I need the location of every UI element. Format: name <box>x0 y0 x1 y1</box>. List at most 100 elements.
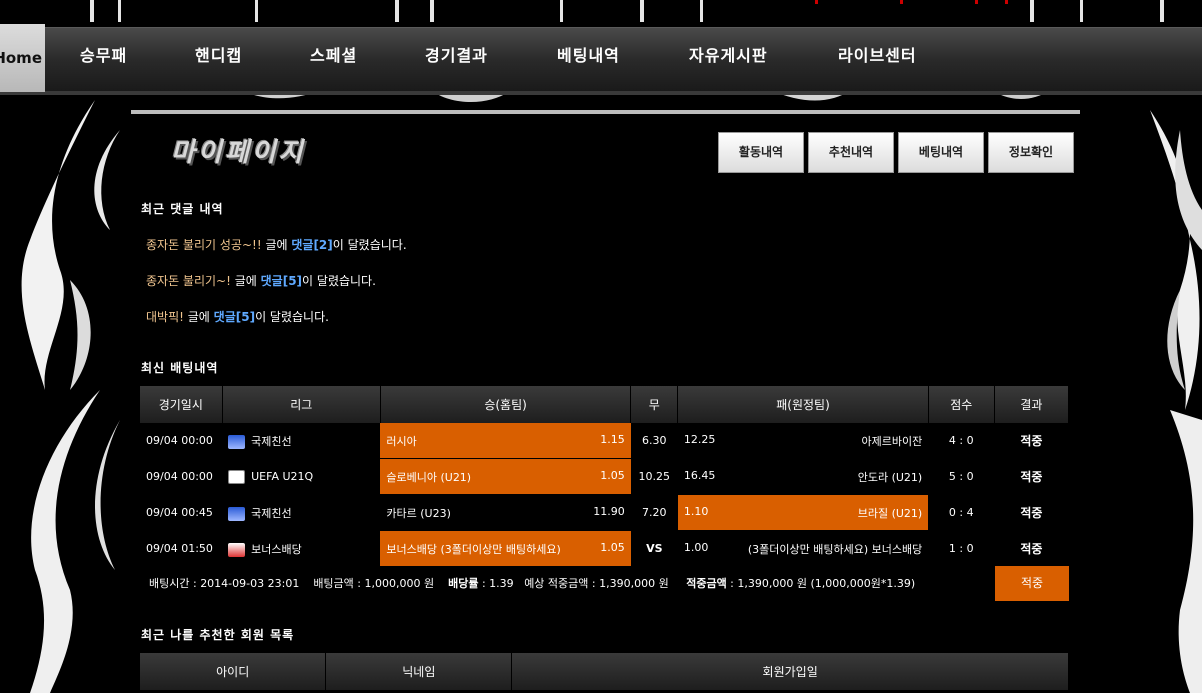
away-team: 브라질 (U21) <box>857 506 923 520</box>
home-team: 러시아 <box>386 434 417 448</box>
nav-item-betting-history[interactable]: 베팅내역 <box>557 28 620 87</box>
away-odds: 12.25 <box>683 432 716 446</box>
comment-count-link[interactable]: 댓글[5] <box>214 310 255 324</box>
col-header-nickname: 닉네임 <box>325 653 513 690</box>
result-badge: 적중 <box>994 458 1069 495</box>
comment-count-link[interactable]: 댓글[2] <box>291 238 332 252</box>
bet-time-label: 배팅시간 : <box>149 577 201 590</box>
top-banner-strip <box>0 0 1202 27</box>
draw-odds[interactable]: 7.20 <box>630 494 678 531</box>
comment-mid-text: 글에 <box>183 310 214 324</box>
col-header-league: 리그 <box>222 386 381 423</box>
score: 5 : 0 <box>928 458 995 495</box>
away-team: (3폴더이상만 배팅하세요) 보너스배당 <box>747 542 923 556</box>
comment-post-title[interactable]: 대박픽! <box>146 310 184 324</box>
home-odds: 11.90 <box>593 504 625 518</box>
col-header-join-date: 회원가입일 <box>511 653 1069 690</box>
comment-post-title[interactable]: 종자돈 불리기~! <box>146 274 231 288</box>
fifa-logo-icon <box>228 434 246 449</box>
comment-count-link[interactable]: 댓글[5] <box>261 274 302 288</box>
win-amount-label: 적중금액 <box>686 577 727 590</box>
comment-post-title[interactable]: 종자돈 불리기 성공~!! <box>146 238 262 252</box>
nav-home-button[interactable]: Home <box>0 24 45 92</box>
home-pick-cell[interactable]: 보너스배당 (3폴더이상만 배팅하세요) 1.05 <box>380 530 631 567</box>
away-pick-cell[interactable]: 16.45 안도라 (U21) <box>677 458 929 495</box>
nav-item-match-results[interactable]: 경기결과 <box>425 28 488 87</box>
away-team: 안도라 (U21) <box>857 470 923 484</box>
away-pick-cell[interactable]: 1.10 브라질 (U21) <box>677 494 929 531</box>
panel-divider <box>131 110 1080 114</box>
home-team: 카타르 (U23) <box>386 506 451 520</box>
fifa-logo-icon <box>228 506 246 521</box>
league-cell: 보너스배당 <box>222 530 381 567</box>
home-odds: 1.15 <box>600 432 625 446</box>
odds-rate: : 1.39 <box>478 577 514 590</box>
tab-activity[interactable]: 활동내역 <box>718 132 804 173</box>
tab-betting[interactable]: 베팅내역 <box>898 132 984 173</box>
home-odds: 1.05 <box>600 540 625 554</box>
draw-odds[interactable]: 10.25 <box>630 458 678 495</box>
expected-win: 1,390,000 원 <box>599 577 669 590</box>
comment-tail-text: 이 달렸습니다. <box>302 274 376 288</box>
away-pick-cell[interactable]: 1.00 (3폴더이상만 배팅하세요) 보너스배당 <box>677 530 929 567</box>
nav-item-win-draw-lose[interactable]: 승무패 <box>80 28 127 87</box>
main-nav: Home 승무패 핸디캡 스페셜 경기결과 베팅내역 자유게시판 라이브센터 <box>0 24 1202 95</box>
home-team: 슬로베니아 (U21) <box>386 470 472 484</box>
home-odds: 1.05 <box>600 468 625 482</box>
home-pick-cell[interactable]: 러시아 1.15 <box>380 423 631 459</box>
comment-item[interactable]: 종자돈 불리기~! 글에 댓글[5]이 달렸습니다. <box>146 272 376 289</box>
bet-amount: 1,000,000 원 <box>364 577 435 590</box>
col-header-id: 아이디 <box>140 653 327 690</box>
tribal-decoration-right <box>1150 110 1202 693</box>
away-odds: 1.10 <box>683 504 709 518</box>
table-row: 09/04 00:00 국제친선 러시아 1.15 6.30 12.25 아제르바이… <box>140 423 1069 459</box>
away-team: 아제르바이잔 <box>861 434 923 448</box>
comment-mid-text: 글에 <box>261 238 292 252</box>
match-date: 09/04 01:50 <box>140 530 223 567</box>
col-header-draw: 무 <box>630 386 679 423</box>
odds-rate-label: 배당률 <box>448 577 479 590</box>
nav-item-live-center[interactable]: 라이브센터 <box>838 28 917 87</box>
nav-item-handicap[interactable]: 핸디캡 <box>195 28 242 87</box>
score: 4 : 0 <box>928 423 995 459</box>
home-pick-cell[interactable]: 슬로베니아 (U21) 1.05 <box>380 458 631 495</box>
draw-odds[interactable]: 6.30 <box>630 423 678 459</box>
result-badge: 적중 <box>994 530 1069 567</box>
away-pick-cell[interactable]: 12.25 아제르바이잔 <box>677 423 929 459</box>
comment-item[interactable]: 종자돈 불리기 성공~!! 글에 댓글[2]이 달렸습니다. <box>146 236 407 253</box>
bets-heading: 최신 배팅내역 <box>141 361 219 375</box>
comments-heading: 최근 댓글 내역 <box>141 202 224 216</box>
col-header-score: 점수 <box>928 386 995 423</box>
comment-item[interactable]: 대박픽! 글에 댓글[5]이 달렸습니다. <box>146 308 329 325</box>
league-name: 보너스배당 <box>251 542 302 556</box>
home-team: 보너스배당 (3폴더이상만 배팅하세요) <box>386 542 561 556</box>
members-header-row: 아이디 닉네임 회원가입일 <box>140 653 1069 690</box>
col-header-away: 패(원정팀) <box>677 386 929 423</box>
table-row: 09/04 00:00 UEFA U21Q 슬로베니아 (U21) 1.05 10… <box>140 458 1069 495</box>
bet-time: 2014-09-03 23:01 <box>200 577 300 590</box>
match-date: 09/04 00:00 <box>140 423 223 459</box>
summary-result-badge: 적중 <box>995 566 1069 601</box>
members-table: 아이디 닉네임 회원가입일 <box>140 653 1069 690</box>
nav-item-special[interactable]: 스페셜 <box>310 28 357 87</box>
bet-summary: 배팅시간 : 2014-09-03 23:01 배팅금액 : 1,000,000… <box>149 575 915 591</box>
tribal-decoration-left <box>21 100 120 693</box>
col-header-result: 결과 <box>994 386 1070 423</box>
league-cell: UEFA U21Q <box>222 458 381 495</box>
uefa-logo-icon <box>228 469 246 484</box>
comment-tail-text: 이 달렸습니다. <box>332 238 407 252</box>
home-pick-cell[interactable]: 카타르 (U23) 11.90 <box>380 494 631 531</box>
tab-recommend[interactable]: 추천내역 <box>808 132 894 173</box>
win-amount: : 1,390,000 원 (1,000,000원*1.39) <box>726 577 916 590</box>
nav-item-free-board[interactable]: 자유게시판 <box>689 28 768 87</box>
score: 0 : 4 <box>928 494 995 531</box>
score: 1 : 0 <box>928 530 995 567</box>
col-header-home: 승(홈팀) <box>380 386 632 423</box>
bet-amount-label: 배팅금액 : <box>313 577 365 590</box>
table-row: 09/04 00:45 국제친선 카타르 (U23) 11.90 7.20 1.1… <box>140 494 1069 531</box>
tab-info[interactable]: 정보확인 <box>988 132 1074 173</box>
bets-header-row: 경기일시 리그 승(홈팀) 무 패(원정팀) 점수 결과 <box>140 386 1070 423</box>
league-cell: 국제친선 <box>222 423 381 459</box>
comment-tail-text: 이 달렸습니다. <box>255 310 329 324</box>
table-row: 09/04 01:50 보너스배당 보너스배당 (3폴더이상만 배팅하세요) 1.… <box>140 530 1069 567</box>
